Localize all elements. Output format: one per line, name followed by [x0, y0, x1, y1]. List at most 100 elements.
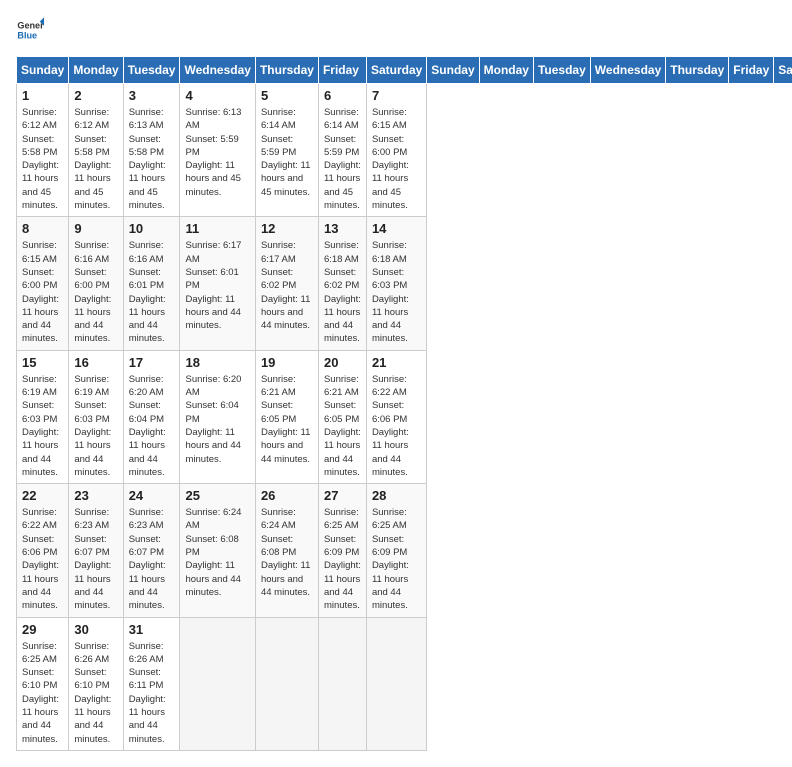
day-number: 8 [22, 221, 63, 236]
day-info: Sunrise: 6:12 AM Sunset: 5:58 PM Dayligh… [22, 106, 63, 212]
day-number: 22 [22, 488, 63, 503]
day-cell: 29 Sunrise: 6:25 AM Sunset: 6:10 PM Dayl… [17, 617, 69, 750]
day-cell: 11 Sunrise: 6:17 AM Sunset: 6:01 PM Dayl… [180, 217, 255, 350]
day-cell: 9 Sunrise: 6:16 AM Sunset: 6:00 PM Dayli… [69, 217, 123, 350]
week-row-4: 22 Sunrise: 6:22 AM Sunset: 6:06 PM Dayl… [17, 484, 792, 617]
header-wednesday: Wednesday [180, 57, 255, 84]
logo: General Blue [16, 16, 44, 44]
col-header-sunday: Sunday [427, 57, 479, 84]
day-cell: 20 Sunrise: 6:21 AM Sunset: 6:05 PM Dayl… [318, 350, 366, 483]
col-header-tuesday: Tuesday [533, 57, 590, 84]
day-cell: 16 Sunrise: 6:19 AM Sunset: 6:03 PM Dayl… [69, 350, 123, 483]
day-cell: 31 Sunrise: 6:26 AM Sunset: 6:11 PM Dayl… [123, 617, 180, 750]
col-header-monday: Monday [479, 57, 533, 84]
day-cell: 21 Sunrise: 6:22 AM Sunset: 6:06 PM Dayl… [366, 350, 426, 483]
day-cell: 27 Sunrise: 6:25 AM Sunset: 6:09 PM Dayl… [318, 484, 366, 617]
day-number: 29 [22, 622, 63, 637]
header-tuesday: Tuesday [123, 57, 180, 84]
col-header-wednesday: Wednesday [590, 57, 665, 84]
day-number: 31 [129, 622, 175, 637]
day-number: 5 [261, 88, 313, 103]
header-sunday: Sunday [17, 57, 69, 84]
svg-text:Blue: Blue [17, 30, 37, 40]
day-cell: 25 Sunrise: 6:24 AM Sunset: 6:08 PM Dayl… [180, 484, 255, 617]
day-cell: 5 Sunrise: 6:14 AM Sunset: 5:59 PM Dayli… [255, 84, 318, 217]
day-info: Sunrise: 6:14 AM Sunset: 5:59 PM Dayligh… [261, 106, 313, 199]
day-info: Sunrise: 6:19 AM Sunset: 6:03 PM Dayligh… [22, 373, 63, 479]
day-cell: 19 Sunrise: 6:21 AM Sunset: 6:05 PM Dayl… [255, 350, 318, 483]
day-cell: 24 Sunrise: 6:23 AM Sunset: 6:07 PM Dayl… [123, 484, 180, 617]
day-number: 12 [261, 221, 313, 236]
day-info: Sunrise: 6:26 AM Sunset: 6:11 PM Dayligh… [129, 640, 175, 746]
day-cell: 4 Sunrise: 6:13 AM Sunset: 5:59 PM Dayli… [180, 84, 255, 217]
day-info: Sunrise: 6:15 AM Sunset: 6:00 PM Dayligh… [372, 106, 421, 212]
col-header-friday: Friday [729, 57, 774, 84]
day-number: 28 [372, 488, 421, 503]
day-cell [180, 617, 255, 750]
day-number: 21 [372, 355, 421, 370]
day-info: Sunrise: 6:22 AM Sunset: 6:06 PM Dayligh… [22, 506, 63, 612]
day-cell [366, 617, 426, 750]
day-info: Sunrise: 6:21 AM Sunset: 6:05 PM Dayligh… [261, 373, 313, 466]
day-number: 30 [74, 622, 117, 637]
day-cell: 30 Sunrise: 6:26 AM Sunset: 6:10 PM Dayl… [69, 617, 123, 750]
day-info: Sunrise: 6:16 AM Sunset: 6:00 PM Dayligh… [74, 239, 117, 345]
week-row-3: 15 Sunrise: 6:19 AM Sunset: 6:03 PM Dayl… [17, 350, 792, 483]
header-row: SundayMondayTuesdayWednesdayThursdayFrid… [17, 57, 792, 84]
day-number: 24 [129, 488, 175, 503]
day-number: 2 [74, 88, 117, 103]
day-cell: 8 Sunrise: 6:15 AM Sunset: 6:00 PM Dayli… [17, 217, 69, 350]
day-info: Sunrise: 6:19 AM Sunset: 6:03 PM Dayligh… [74, 373, 117, 479]
day-info: Sunrise: 6:18 AM Sunset: 6:02 PM Dayligh… [324, 239, 361, 345]
day-number: 25 [185, 488, 249, 503]
day-info: Sunrise: 6:13 AM Sunset: 5:59 PM Dayligh… [185, 106, 249, 199]
day-cell: 22 Sunrise: 6:22 AM Sunset: 6:06 PM Dayl… [17, 484, 69, 617]
day-cell: 2 Sunrise: 6:12 AM Sunset: 5:58 PM Dayli… [69, 84, 123, 217]
day-number: 7 [372, 88, 421, 103]
day-info: Sunrise: 6:25 AM Sunset: 6:09 PM Dayligh… [324, 506, 361, 612]
day-number: 1 [22, 88, 63, 103]
header-friday: Friday [318, 57, 366, 84]
day-cell: 10 Sunrise: 6:16 AM Sunset: 6:01 PM Dayl… [123, 217, 180, 350]
day-cell: 15 Sunrise: 6:19 AM Sunset: 6:03 PM Dayl… [17, 350, 69, 483]
day-cell: 26 Sunrise: 6:24 AM Sunset: 6:08 PM Dayl… [255, 484, 318, 617]
day-number: 17 [129, 355, 175, 370]
week-row-5: 29 Sunrise: 6:25 AM Sunset: 6:10 PM Dayl… [17, 617, 792, 750]
day-number: 27 [324, 488, 361, 503]
day-number: 19 [261, 355, 313, 370]
day-number: 20 [324, 355, 361, 370]
week-row-2: 8 Sunrise: 6:15 AM Sunset: 6:00 PM Dayli… [17, 217, 792, 350]
day-number: 11 [185, 221, 249, 236]
day-cell: 18 Sunrise: 6:20 AM Sunset: 6:04 PM Dayl… [180, 350, 255, 483]
header-thursday: Thursday [255, 57, 318, 84]
day-info: Sunrise: 6:15 AM Sunset: 6:00 PM Dayligh… [22, 239, 63, 345]
header-monday: Monday [69, 57, 123, 84]
day-number: 15 [22, 355, 63, 370]
header-saturday: Saturday [366, 57, 426, 84]
day-info: Sunrise: 6:12 AM Sunset: 5:58 PM Dayligh… [74, 106, 117, 212]
day-number: 6 [324, 88, 361, 103]
day-info: Sunrise: 6:23 AM Sunset: 6:07 PM Dayligh… [129, 506, 175, 612]
day-number: 3 [129, 88, 175, 103]
day-info: Sunrise: 6:20 AM Sunset: 6:04 PM Dayligh… [185, 373, 249, 466]
svg-text:General: General [17, 21, 44, 31]
day-info: Sunrise: 6:17 AM Sunset: 6:02 PM Dayligh… [261, 239, 313, 332]
col-header-saturday: Saturday [774, 57, 792, 84]
day-number: 9 [74, 221, 117, 236]
day-number: 4 [185, 88, 249, 103]
day-cell: 12 Sunrise: 6:17 AM Sunset: 6:02 PM Dayl… [255, 217, 318, 350]
week-row-1: 1 Sunrise: 6:12 AM Sunset: 5:58 PM Dayli… [17, 84, 792, 217]
day-number: 16 [74, 355, 117, 370]
day-cell: 13 Sunrise: 6:18 AM Sunset: 6:02 PM Dayl… [318, 217, 366, 350]
page-header: General Blue [16, 16, 776, 44]
day-info: Sunrise: 6:26 AM Sunset: 6:10 PM Dayligh… [74, 640, 117, 746]
day-cell: 7 Sunrise: 6:15 AM Sunset: 6:00 PM Dayli… [366, 84, 426, 217]
day-number: 13 [324, 221, 361, 236]
day-cell: 3 Sunrise: 6:13 AM Sunset: 5:58 PM Dayli… [123, 84, 180, 217]
day-info: Sunrise: 6:18 AM Sunset: 6:03 PM Dayligh… [372, 239, 421, 345]
day-cell [255, 617, 318, 750]
logo-icon: General Blue [16, 16, 44, 44]
day-cell: 28 Sunrise: 6:25 AM Sunset: 6:09 PM Dayl… [366, 484, 426, 617]
day-cell [318, 617, 366, 750]
day-info: Sunrise: 6:21 AM Sunset: 6:05 PM Dayligh… [324, 373, 361, 479]
